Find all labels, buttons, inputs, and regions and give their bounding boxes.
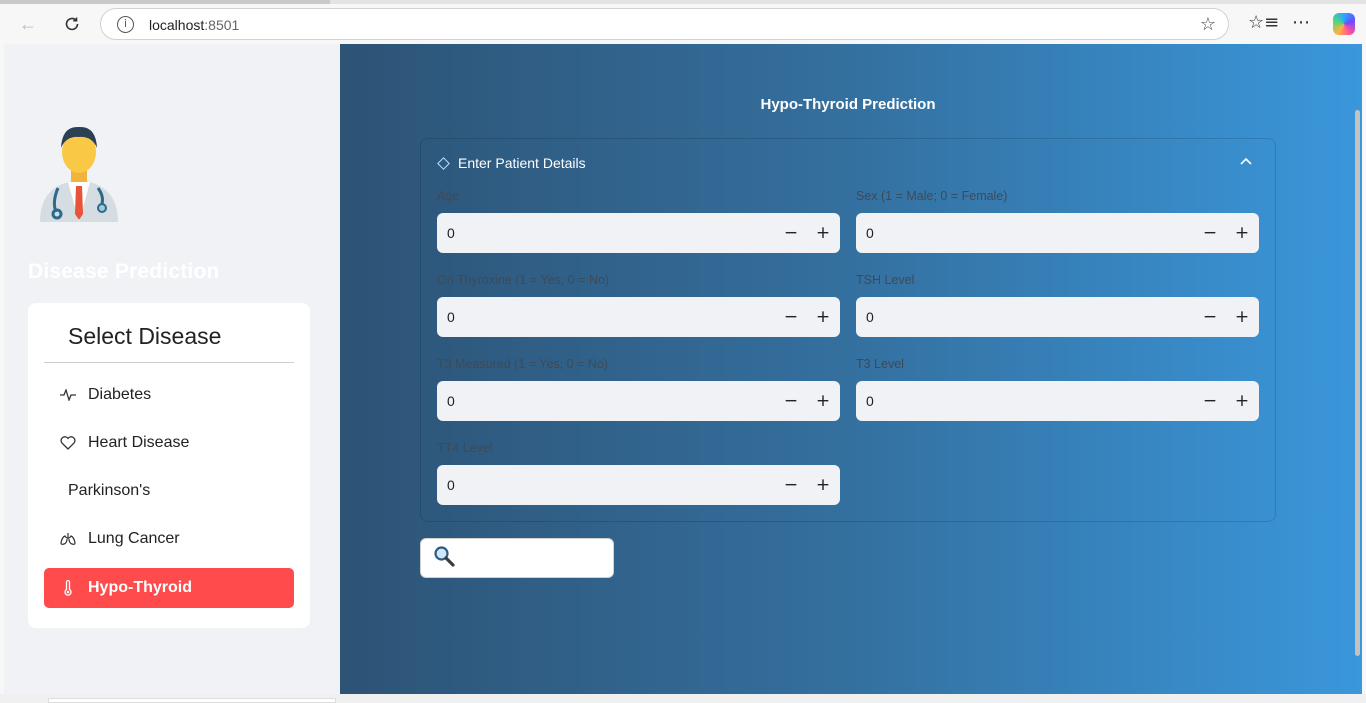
tsh-level-increment-button[interactable]: +: [1227, 301, 1257, 333]
magnifier-icon: [433, 545, 455, 572]
tsh-level-input[interactable]: 0 − +: [856, 297, 1259, 337]
expander-label: Enter Patient Details: [458, 155, 586, 171]
on-thyroxine-label: On Thyroxine (1 = Yes; 0 = No): [437, 273, 610, 287]
on-thyroxine-decrement-button[interactable]: −: [776, 301, 806, 333]
t3-measured-label: T3 Measured (1 = Yes; 0 = No): [437, 357, 608, 371]
chevron-up-icon[interactable]: [1237, 153, 1255, 171]
expander-header[interactable]: Enter Patient Details: [437, 155, 586, 171]
tsh-level-decrement-button[interactable]: −: [1195, 301, 1225, 333]
t3-measured-increment-button[interactable]: +: [808, 385, 838, 417]
patient-details-expander: Enter Patient Details Age 0 − + Sex (1 =…: [420, 138, 1276, 522]
tt4-level-decrement-button[interactable]: −: [776, 469, 806, 501]
menu-item-lung-cancer[interactable]: Lung Cancer: [44, 519, 294, 559]
tsh-level-label: TSH Level: [856, 273, 915, 287]
taskbar-segment: [48, 698, 336, 703]
age-increment-button[interactable]: +: [808, 217, 838, 249]
url-text: localhost:8501: [149, 17, 239, 33]
sex-decrement-button[interactable]: −: [1195, 217, 1225, 249]
page-title: Hypo-Thyroid Prediction: [760, 96, 936, 113]
menu-item-label: Heart Disease: [88, 434, 190, 451]
tt4-level-label: TT4 Level: [437, 441, 493, 455]
on-thyroxine-input[interactable]: 0 − +: [437, 297, 840, 337]
more-options-icon[interactable]: ⋯: [1292, 12, 1310, 33]
sex-value[interactable]: 0: [866, 225, 874, 241]
menu-item-parkinsons[interactable]: Parkinson's: [44, 471, 294, 511]
t3-measured-value[interactable]: 0: [447, 393, 455, 409]
url-host: localhost: [149, 17, 205, 33]
predict-button[interactable]: [420, 538, 614, 578]
disease-menu: Select Disease Diabetes Heart Disease Pa…: [28, 303, 310, 628]
menu-item-heart-disease[interactable]: Heart Disease: [44, 423, 294, 463]
copilot-icon[interactable]: [1333, 13, 1355, 35]
t3-measured-decrement-button[interactable]: −: [776, 385, 806, 417]
t3-level-label: T3 Level: [856, 357, 904, 371]
tt4-level-increment-button[interactable]: +: [808, 469, 838, 501]
menu-item-label: Hypo-Thyroid: [88, 579, 192, 596]
t3-level-value[interactable]: 0: [866, 393, 874, 409]
activity-icon: [56, 389, 80, 401]
on-thyroxine-increment-button[interactable]: +: [808, 301, 838, 333]
heart-icon: [56, 436, 80, 450]
tsh-level-value[interactable]: 0: [866, 309, 874, 325]
sidebar: Disease Prediction Select Disease Diabet…: [4, 44, 340, 694]
address-bar[interactable]: i localhost:8501 ☆: [100, 8, 1229, 40]
reload-icon[interactable]: [58, 10, 86, 38]
menu-item-label: Parkinson's: [68, 482, 151, 499]
sex-increment-button[interactable]: +: [1227, 217, 1257, 249]
menu-item-label: Diabetes: [88, 386, 152, 403]
url-port: :8501: [204, 17, 240, 33]
diamond-icon: [437, 156, 450, 170]
main-content: Hypo-Thyroid Prediction Enter Patient De…: [340, 44, 1362, 694]
age-value[interactable]: 0: [447, 225, 455, 241]
active-tab[interactable]: [0, 0, 330, 4]
scrollbar-thumb[interactable]: [1355, 110, 1360, 656]
sex-input[interactable]: 0 − +: [856, 213, 1259, 253]
t3-level-decrement-button[interactable]: −: [1195, 385, 1225, 417]
tab-strip: [0, 0, 1366, 4]
tt4-level-input[interactable]: 0 − +: [437, 465, 840, 505]
menu-divider: [44, 362, 294, 363]
t3-level-input[interactable]: 0 − +: [856, 381, 1259, 421]
menu-item-hypo-thyroid[interactable]: Hypo-Thyroid: [44, 568, 294, 608]
t3-measured-input[interactable]: 0 − +: [437, 381, 840, 421]
t3-level-increment-button[interactable]: +: [1227, 385, 1257, 417]
tt4-level-value[interactable]: 0: [447, 477, 455, 493]
menu-item-label: Lung Cancer: [88, 530, 180, 547]
taskbar-strip: [0, 694, 1366, 703]
favorites-list-icon[interactable]: ☆≡: [1248, 12, 1279, 33]
doctor-avatar-icon: [40, 126, 118, 222]
on-thyroxine-value[interactable]: 0: [447, 309, 455, 325]
browser-toolbar: ← i localhost:8501 ☆ ☆≡ ⋯: [0, 0, 1366, 44]
site-info-icon[interactable]: i: [117, 16, 134, 33]
thermometer-icon: [56, 580, 80, 596]
lungs-icon: [56, 532, 80, 546]
scrollbar[interactable]: [1352, 44, 1362, 694]
sex-label: Sex (1 = Male; 0 = Female): [856, 189, 1008, 203]
menu-title: Select Disease: [68, 323, 222, 349]
age-decrement-button[interactable]: −: [776, 217, 806, 249]
back-icon[interactable]: ←: [14, 10, 42, 38]
menu-item-diabetes[interactable]: Diabetes: [44, 375, 294, 415]
age-input[interactable]: 0 − +: [437, 213, 840, 253]
favorite-star-icon[interactable]: ☆: [1200, 14, 1216, 35]
app-title: Disease Prediction: [28, 260, 220, 283]
age-label: Age: [437, 189, 460, 203]
